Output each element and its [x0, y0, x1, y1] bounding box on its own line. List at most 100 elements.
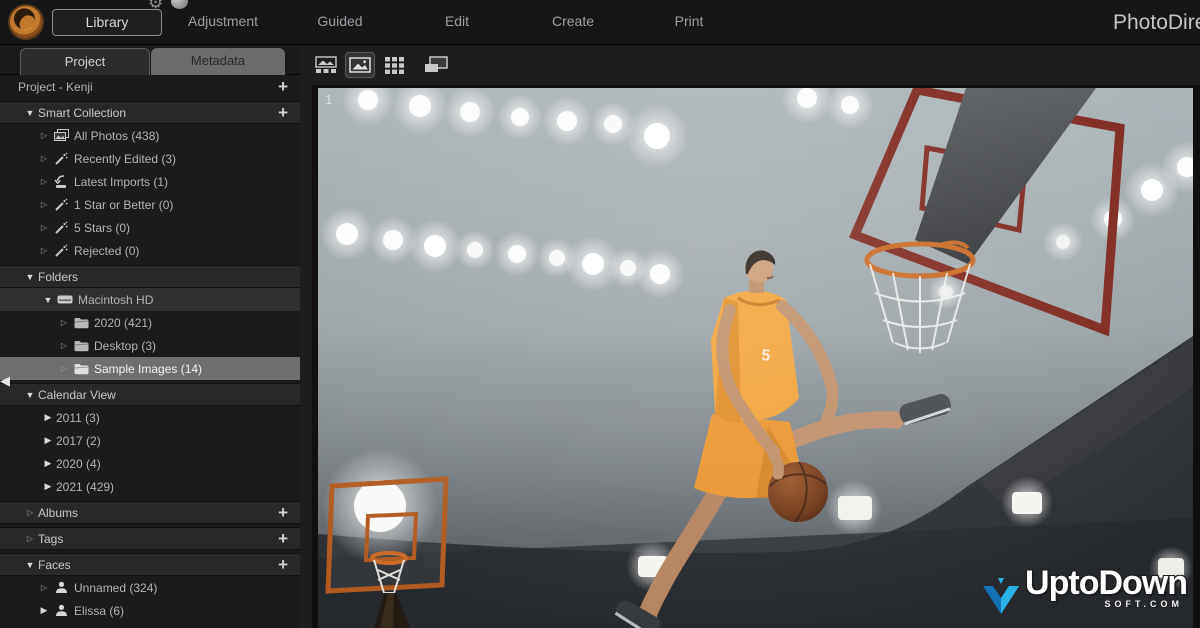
smart-collection-label: Smart Collection	[38, 106, 126, 120]
collapse-icon[interactable]: ▼	[40, 295, 56, 305]
expand-icon[interactable]: ▶	[36, 605, 52, 616]
uptodown-text: UptoDown SOFT.COM	[1025, 568, 1187, 609]
albums-label: Albums	[38, 506, 78, 520]
add-icon[interactable]: +	[278, 530, 288, 547]
expand-icon[interactable]: ▶	[40, 458, 56, 469]
wand-icon	[52, 221, 70, 235]
folders-header[interactable]: ▼ Folders	[0, 265, 300, 288]
app-title: PhotoDirector	[1113, 11, 1200, 35]
expand-icon[interactable]: ▷	[36, 583, 52, 592]
albums-header[interactable]: ▷ Albums +	[0, 501, 300, 524]
single-view-icon	[349, 57, 371, 73]
expand-icon[interactable]: ▷	[36, 177, 52, 186]
item-label: Recently Edited (3)	[74, 152, 176, 166]
compare-view-button[interactable]	[422, 53, 450, 77]
faces-header[interactable]: ▼ Faces +	[0, 553, 300, 576]
calendar-view-label: Calendar View	[38, 388, 116, 402]
expand-icon[interactable]: ▷	[56, 318, 72, 327]
tags-label: Tags	[38, 532, 63, 546]
uptodown-logo-icon	[979, 574, 1023, 618]
collapse-icon[interactable]: ▼	[22, 272, 38, 282]
expand-icon[interactable]: ▶	[40, 481, 56, 492]
photodirector-window: ⚙ Library Adjustment Guided Edit Create …	[0, 0, 1200, 628]
sidebar-item-2021[interactable]: ▶ 2021 (429)	[0, 475, 300, 498]
sidebar-item-2017[interactable]: ▶ 2017 (2)	[0, 429, 300, 452]
sidebar-item-folder-desktop[interactable]: ▷ Desktop (3)	[0, 334, 300, 357]
orb-icon[interactable]	[171, 0, 188, 9]
tags-header[interactable]: ▷ Tags +	[0, 527, 300, 550]
expand-icon[interactable]: ▶	[40, 412, 56, 423]
item-label: Latest Imports (1)	[74, 175, 168, 189]
collapse-icon[interactable]: ▼	[22, 390, 38, 400]
sidebar-item-macintosh-hd[interactable]: ▼ Macintosh HD	[0, 288, 300, 311]
tab-metadata[interactable]: Metadata	[151, 48, 285, 75]
view-toolbar	[300, 45, 1200, 85]
add-icon[interactable]: +	[278, 504, 288, 521]
add-icon[interactable]: +	[278, 556, 288, 573]
add-icon[interactable]: +	[278, 78, 288, 95]
tab-project[interactable]: Project	[20, 48, 150, 75]
image-index-badge: 1	[325, 92, 332, 107]
item-label: Unnamed (324)	[74, 581, 157, 595]
expand-icon[interactable]: ▷	[56, 364, 72, 373]
sidebar-item-5-stars[interactable]: ▷ 5 Stars (0)	[0, 216, 300, 239]
project-header-row[interactable]: Project - Kenji +	[0, 75, 300, 98]
sidebar-item-elissa[interactable]: ▶ Elissa (6)	[0, 599, 300, 622]
sidebar-collapse-icon[interactable]: ◀	[0, 373, 10, 389]
photo-basketball-dunk[interactable]: 5	[318, 88, 1193, 628]
item-label: Desktop (3)	[94, 339, 156, 353]
collapse-icon[interactable]: ▼	[22, 560, 38, 570]
sidebar-item-latest-imports[interactable]: ▷ Latest Imports (1)	[0, 170, 300, 193]
menu-item-adjustment[interactable]: Adjustment	[188, 13, 258, 29]
grid-view-button[interactable]	[380, 53, 408, 77]
expand-icon[interactable]: ▶	[40, 435, 56, 446]
expand-icon[interactable]: ▷	[36, 246, 52, 255]
sidebar-item-folder-2020[interactable]: ▷ 2020 (421)	[0, 311, 300, 334]
expand-icon[interactable]: ▷	[22, 534, 38, 543]
collapse-icon[interactable]: ▼	[22, 108, 38, 118]
expand-icon[interactable]: ▷	[36, 131, 52, 140]
sidebar-item-2011[interactable]: ▶ 2011 (3)	[0, 406, 300, 429]
item-label: Macintosh HD	[78, 293, 153, 307]
uptodown-subtitle: SOFT.COM	[1105, 599, 1184, 609]
expand-icon[interactable]: ▷	[36, 154, 52, 163]
menu-item-library[interactable]: Library	[52, 9, 162, 36]
browser-view-icon	[315, 56, 337, 74]
add-icon[interactable]: +	[278, 104, 288, 121]
sidebar-item-1-star-or-better[interactable]: ▷ 1 Star or Better (0)	[0, 193, 300, 216]
browser-view-button[interactable]	[312, 53, 340, 77]
single-view-button[interactable]	[346, 53, 374, 77]
faces-label: Faces	[38, 558, 71, 572]
sidebar-item-folder-sample-images[interactable]: ▷ Sample Images (14)	[0, 357, 300, 380]
viewer-panel: 5	[300, 45, 1200, 628]
sidebar-tabs: Project Metadata	[0, 45, 300, 75]
library-sidebar: Project Metadata Project - Kenji + ▼ Sma…	[0, 45, 300, 628]
folder-icon	[72, 340, 90, 352]
expand-icon[interactable]: ▷	[36, 200, 52, 209]
uptodown-watermark: UptoDown SOFT.COM	[979, 568, 1187, 618]
smart-collection-header[interactable]: ▼ Smart Collection +	[0, 101, 300, 124]
sidebar-item-recently-edited[interactable]: ▷ Recently Edited (3)	[0, 147, 300, 170]
wand-icon	[52, 152, 70, 166]
sidebar-item-unnamed[interactable]: ▷ Unnamed (324)	[0, 576, 300, 599]
expand-icon[interactable]: ▷	[22, 508, 38, 517]
uptodown-title: UptoDown	[1025, 568, 1187, 599]
sidebar-item-all-photos[interactable]: ▷ All Photos (438)	[0, 124, 300, 147]
expand-icon[interactable]: ▷	[56, 341, 72, 350]
import-icon	[52, 175, 70, 189]
menu-item-guided[interactable]: Guided	[317, 13, 362, 29]
photo-frame: 5	[312, 85, 1200, 628]
calendar-view-header[interactable]: ▼ Calendar View	[0, 383, 300, 406]
item-label: 2017 (2)	[56, 434, 101, 448]
sidebar-item-2020[interactable]: ▶ 2020 (4)	[0, 452, 300, 475]
item-label: 2011 (3)	[56, 411, 100, 425]
menu-item-print[interactable]: Print	[675, 13, 704, 29]
top-menubar: ⚙ Library Adjustment Guided Edit Create …	[0, 0, 1200, 45]
item-label: 5 Stars (0)	[74, 221, 130, 235]
sidebar-item-rejected[interactable]: ▷ Rejected (0)	[0, 239, 300, 262]
expand-icon[interactable]: ▷	[36, 223, 52, 232]
item-label: 2021 (429)	[56, 480, 114, 494]
menu-item-create[interactable]: Create	[552, 13, 594, 29]
menu-item-edit[interactable]: Edit	[445, 13, 469, 29]
folder-icon	[72, 363, 90, 375]
